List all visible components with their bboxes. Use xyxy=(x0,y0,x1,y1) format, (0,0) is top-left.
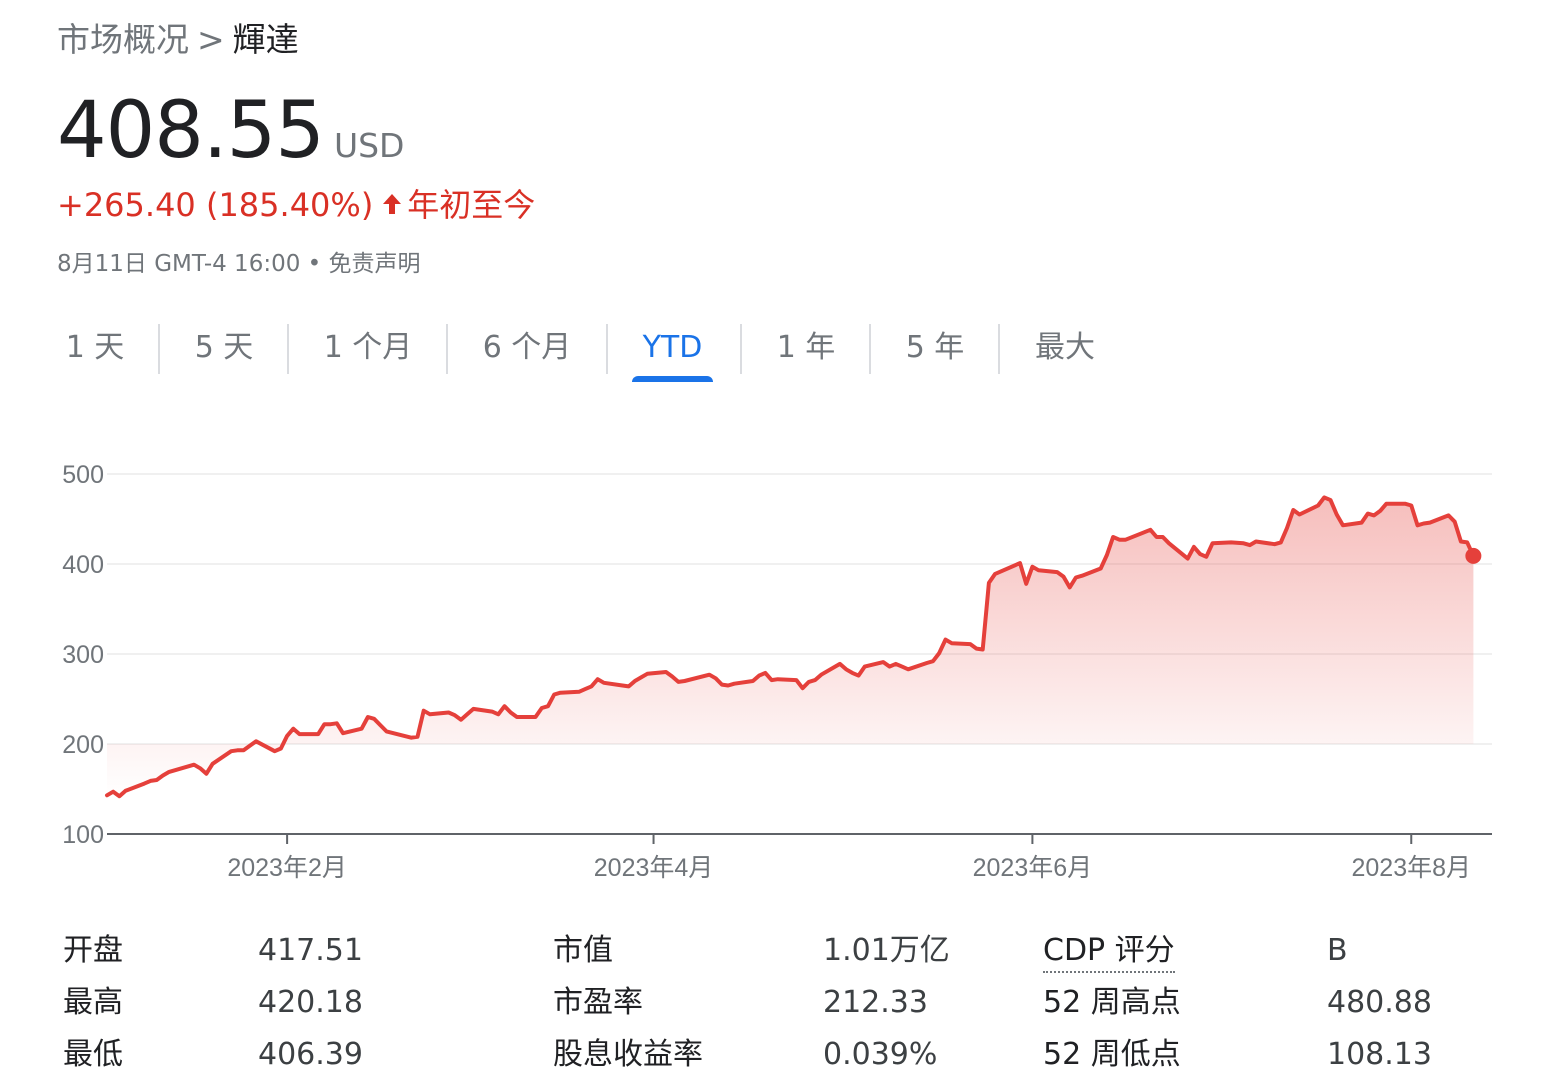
price-chart[interactable]: 500 400 300 200 100 2023年2月 2023年4月 2023年6月 202… xyxy=(0,430,1558,900)
tab-5-years[interactable]: 5 年 xyxy=(871,322,999,374)
tab-1-year[interactable]: 1 年 xyxy=(742,322,870,374)
breadcrumb: 市场概况 > 輝達 xyxy=(57,16,299,64)
stat-label-cdp-score[interactable]: CDP 评分 xyxy=(1043,926,1175,976)
stat-value-open: 417.51 xyxy=(258,933,363,968)
stat-label-market-cap: 市值 xyxy=(553,933,613,968)
stat-value-high: 420.18 xyxy=(258,985,363,1020)
change-period-label: 年初至今 xyxy=(407,186,536,224)
y-tick-label: 200 xyxy=(62,731,104,759)
stat-value-dividend-yield: 0.039% xyxy=(823,1037,938,1072)
last-price-marker xyxy=(1465,547,1482,564)
x-tick-label: 2023年8月 xyxy=(1351,854,1471,882)
breadcrumb-separator: > xyxy=(197,20,225,59)
stat-value-cdp-score: B xyxy=(1327,933,1348,968)
y-tick-label: 500 xyxy=(62,461,104,489)
stat-label-high: 最高 xyxy=(63,985,123,1020)
tab-1-day[interactable]: 1 天 xyxy=(30,322,160,374)
stat-value-market-cap: 1.01万亿 xyxy=(823,933,950,968)
tab-6-months[interactable]: 6 个月 xyxy=(448,322,606,374)
x-tick-label: 2023年2月 xyxy=(227,854,347,882)
stat-value-52-week-low: 108.13 xyxy=(1327,1037,1432,1072)
up-arrow-icon xyxy=(381,184,403,230)
stat-label-open: 开盘 xyxy=(63,933,123,968)
stat-value-low: 406.39 xyxy=(258,1037,363,1072)
x-tick-label: 2023年6月 xyxy=(973,854,1093,882)
stat-label-low: 最低 xyxy=(63,1037,123,1072)
change-value: +265.40 (185.40%) xyxy=(57,186,374,224)
stat-label-dividend-yield: 股息收益率 xyxy=(553,1037,703,1072)
y-tick-label: 400 xyxy=(62,551,104,579)
tab-5-days[interactable]: 5 天 xyxy=(160,322,288,374)
stat-label-pe-ratio: 市盈率 xyxy=(553,985,643,1020)
price-row: 408.55 USD xyxy=(57,82,404,180)
price-change: +265.40 (185.40%) 年初至今 xyxy=(57,182,535,230)
stat-label-52-week-low: 52 周低点 xyxy=(1043,1037,1181,1072)
currency-label: USD xyxy=(333,126,405,165)
breadcrumb-parent-link[interactable]: 市场概况 xyxy=(57,20,189,59)
stat-value-52-week-high: 480.88 xyxy=(1327,985,1432,1020)
active-tab-indicator xyxy=(632,376,713,382)
time-range-tabs: 1 天 5 天 1 个月 6 个月 YTD 1 年 5 年 最大 xyxy=(30,322,1140,384)
y-tick-label: 100 xyxy=(62,821,104,849)
stat-value-pe-ratio: 212.33 xyxy=(823,985,928,1020)
quote-timestamp[interactable]: 8月11日 GMT-4 16:00 • 免责声明 xyxy=(57,247,421,281)
breadcrumb-current: 輝達 xyxy=(232,20,299,59)
tab-divider xyxy=(606,324,608,374)
tab-ytd[interactable]: YTD xyxy=(632,322,713,382)
y-tick-label: 300 xyxy=(62,641,104,669)
tab-max[interactable]: 最大 xyxy=(1000,322,1130,374)
tab-1-month[interactable]: 1 个月 xyxy=(289,322,447,374)
x-tick-label: 2023年4月 xyxy=(594,854,714,882)
stat-label-52-week-high: 52 周高点 xyxy=(1043,985,1181,1020)
stats-table: 开盘 417.51 最高 420.18 最低 406.39 市值 1.01万亿 … xyxy=(63,926,1523,1086)
stock-price: 408.55 xyxy=(57,86,325,176)
